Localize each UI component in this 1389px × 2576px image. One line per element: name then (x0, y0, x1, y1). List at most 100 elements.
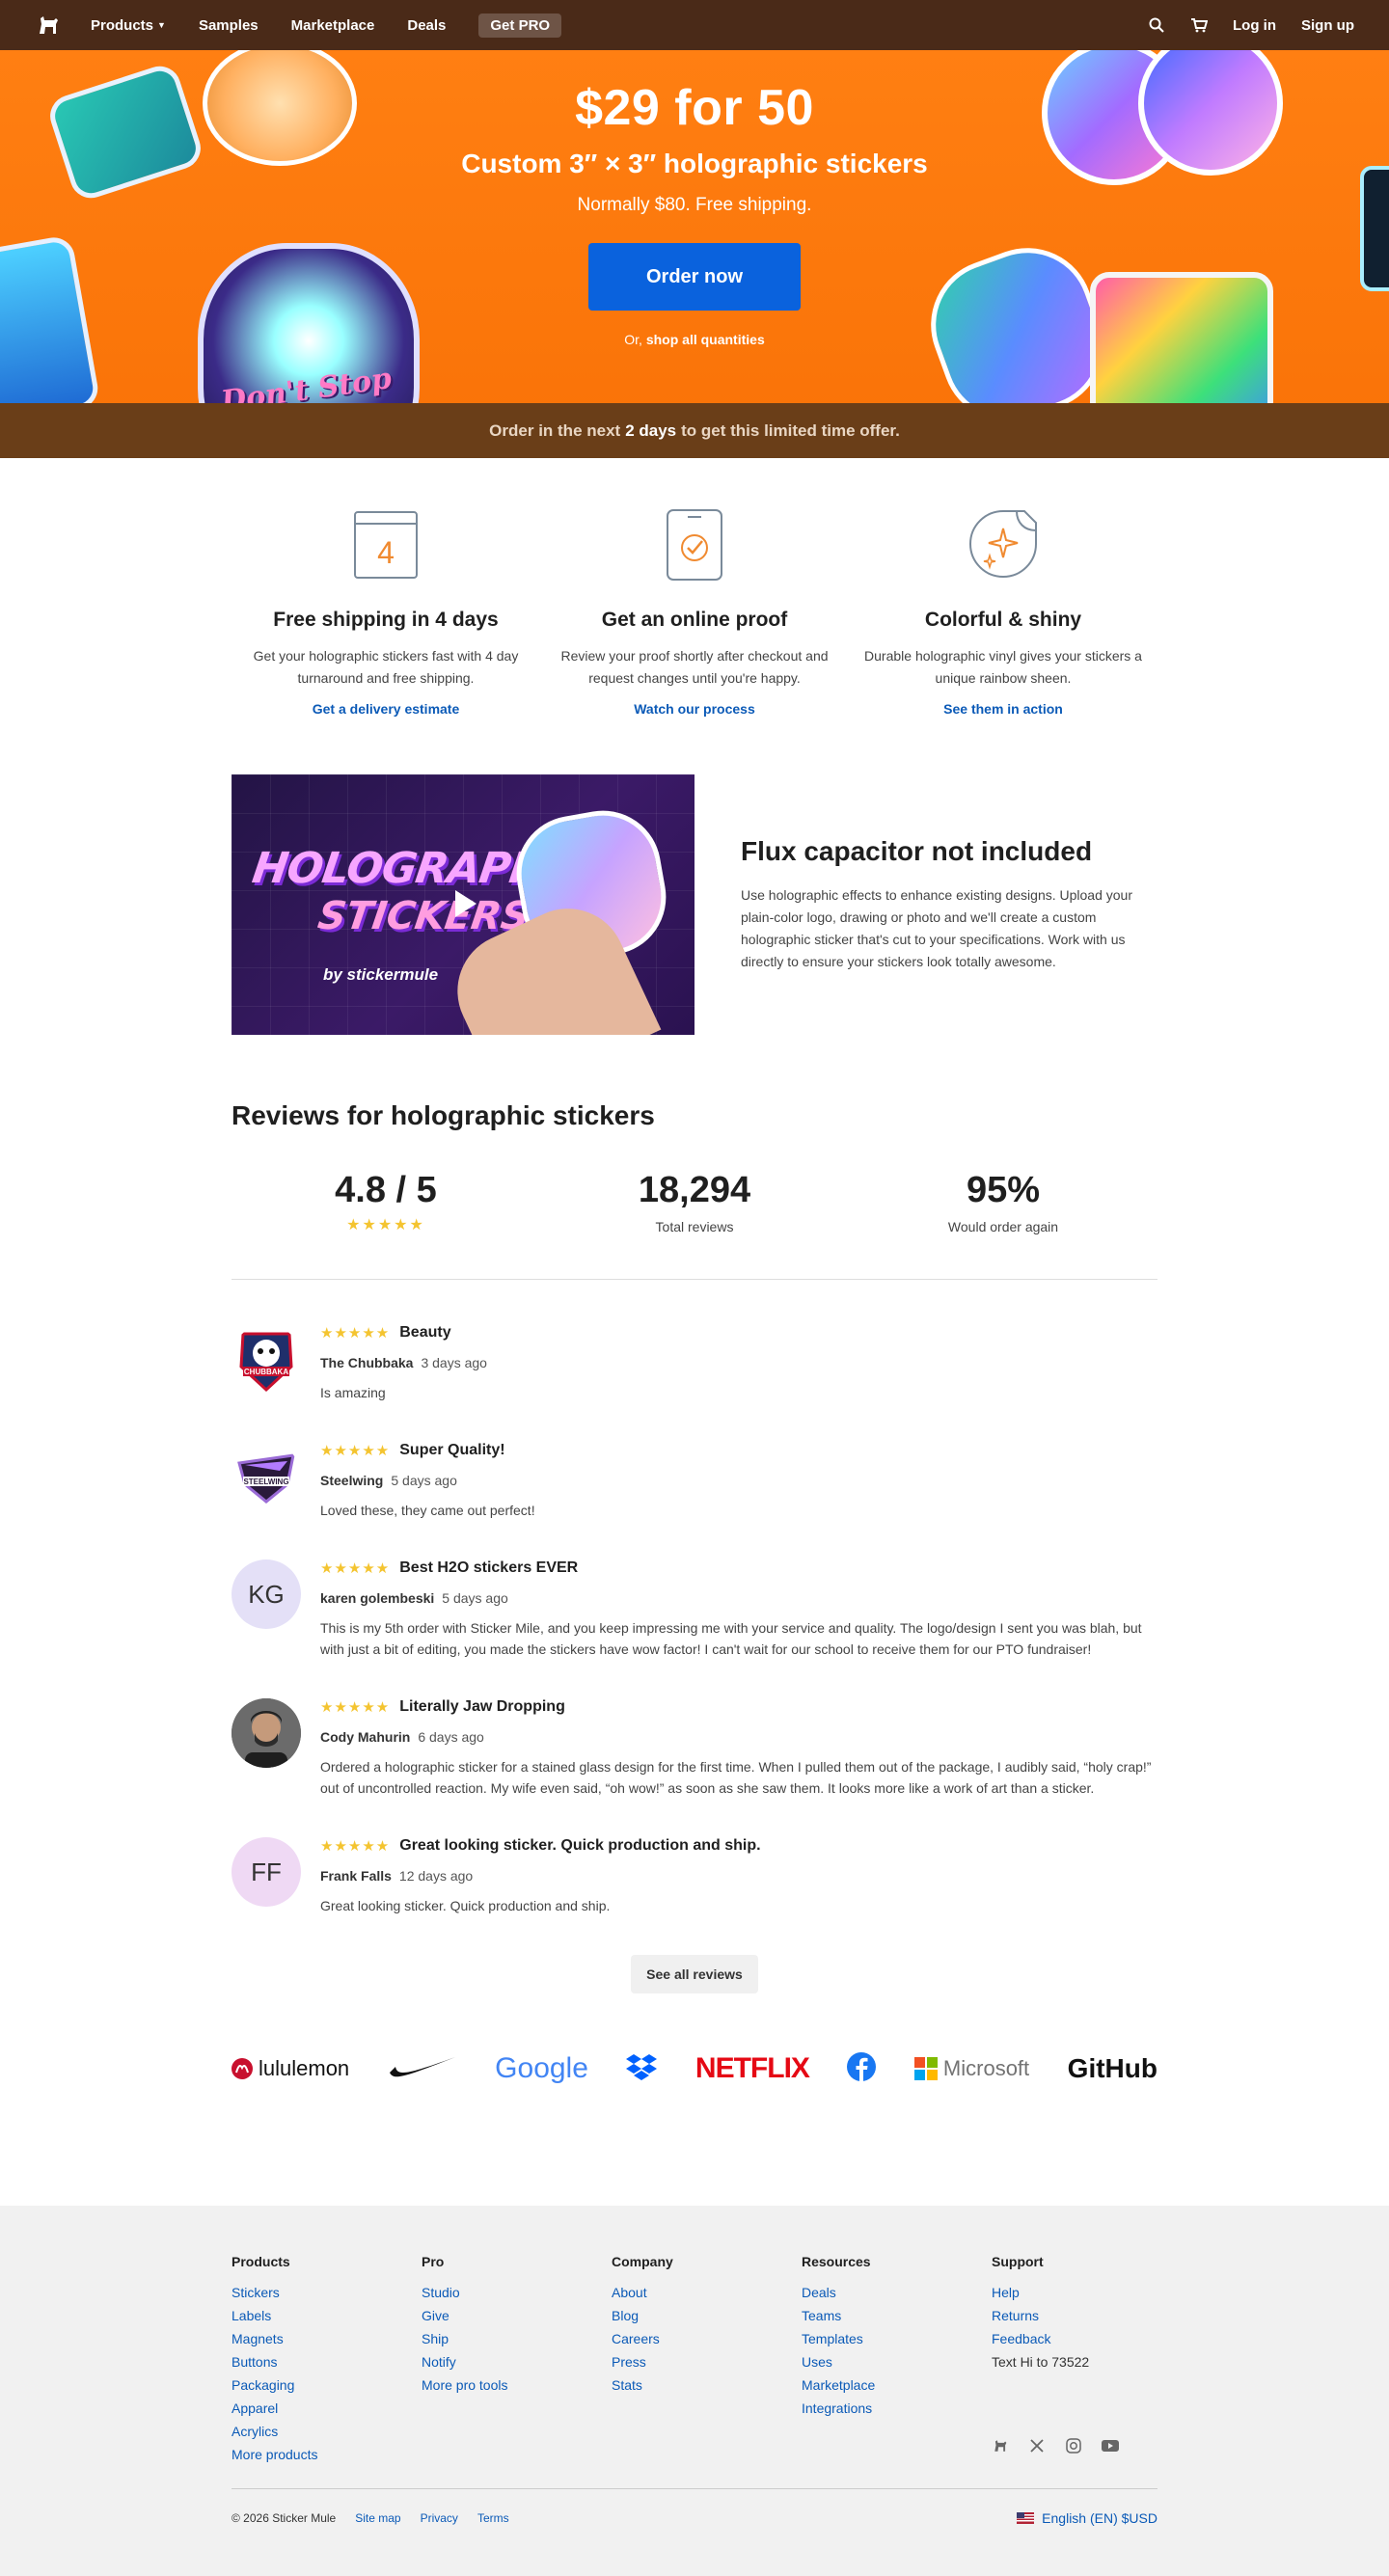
review-item: FF ★★★★★ Great looking sticker. Quick pro… (232, 1837, 1158, 1916)
offer-days: 2 days (625, 420, 677, 440)
nike-logo (388, 2053, 457, 2085)
nav-products[interactable]: Products ▼ (91, 17, 166, 34)
nav-marketplace[interactable]: Marketplace (291, 17, 375, 34)
footer-link[interactable]: Acrylics (232, 2420, 422, 2443)
feature-desc: Get your holographic stickers fast with … (253, 648, 519, 686)
reviews-section: Reviews for holographic stickers 4.8 / 5… (232, 1100, 1158, 1993)
see-in-action-link[interactable]: See them in action (849, 701, 1158, 717)
avatar: KG (232, 1559, 301, 1629)
stat-label: Total reviews (655, 1219, 734, 1234)
review-heading: Best H2O stickers EVER (399, 1559, 579, 1576)
footer-col-support: Support Help Returns Feedback Text Hi to… (992, 2254, 1182, 2466)
review-text: Is amazing (320, 1385, 386, 1400)
footer-link[interactable]: Uses (802, 2350, 992, 2373)
review-text: This is my 5th order with Sticker Mile, … (320, 1620, 1142, 1657)
footer-link[interactable]: Notify (422, 2350, 612, 2373)
footer-bottom: © 2026 Sticker Mule Site map Privacy Ter… (232, 2488, 1158, 2526)
footer-link[interactable]: Press (612, 2350, 802, 2373)
netflix-logo-text: NETFLIX (694, 2052, 810, 2084)
terms-link[interactable]: Terms (477, 2511, 509, 2525)
avatar (232, 1698, 301, 1768)
offer-prefix: Order in the next (489, 420, 621, 440)
chevron-down-icon: ▼ (157, 20, 166, 30)
footer-link[interactable]: Templates (802, 2327, 992, 2350)
footer-link[interactable]: Teams (802, 2304, 992, 2327)
footer-link[interactable]: Studio (422, 2281, 612, 2304)
footer-link[interactable]: Packaging (232, 2373, 422, 2397)
lululemon-logo-text: lululemon (259, 2056, 350, 2080)
footer-link[interactable]: Feedback (992, 2327, 1182, 2350)
language-selector[interactable]: English (EN) $USD (1017, 2510, 1158, 2526)
play-icon[interactable] (455, 890, 477, 917)
nav-get-pro[interactable]: Get PRO (478, 13, 562, 38)
us-flag-icon (1017, 2512, 1035, 2524)
x-twitter-icon[interactable] (1028, 2437, 1046, 2454)
footer-link[interactable]: Blog (612, 2304, 802, 2327)
instagram-icon[interactable] (1065, 2437, 1082, 2454)
review-item: ★★★★★ Literally Jaw Dropping Cody Mahurin… (232, 1698, 1158, 1799)
youtube-icon[interactable] (1102, 2437, 1119, 2454)
review-list: CHUBBAKA ★★★★★ Beauty The Chubbaka 3 days … (232, 1324, 1158, 1916)
login-link[interactable]: Log in (1233, 17, 1276, 34)
delivery-estimate-link[interactable]: Get a delivery estimate (232, 701, 540, 717)
sticker-mule-logo-icon[interactable] (35, 14, 62, 37)
review-author: Frank Falls (320, 1868, 392, 1884)
stat-value: 4.8 / 5 (335, 1170, 437, 1210)
stat-total: 18,294 Total reviews (540, 1170, 849, 1234)
review-author: Cody Mahurin (320, 1729, 411, 1745)
footer-link[interactable]: More pro tools (422, 2373, 612, 2397)
footer-link[interactable]: Apparel (232, 2397, 422, 2420)
footer-link[interactable]: Careers (612, 2327, 802, 2350)
sticker-mule-social-icon[interactable] (992, 2437, 1009, 2454)
review-heading: Super Quality! (399, 1442, 505, 1458)
feature-desc: Review your proof shortly after checkout… (560, 648, 829, 686)
nav-marketplace-label: Marketplace (290, 16, 375, 34)
shop-all-quantities-link[interactable]: shop all quantities (646, 332, 765, 347)
review-stars-icon: ★★★★★ (320, 1443, 391, 1459)
footer-link[interactable]: Integrations (802, 2397, 992, 2420)
footer-link[interactable]: Returns (992, 2304, 1182, 2327)
footer-link[interactable]: Marketplace (802, 2373, 992, 2397)
footer-link[interactable]: Stickers (232, 2281, 422, 2304)
footer-link[interactable]: Give (422, 2304, 612, 2327)
footer-link[interactable]: Help (992, 2281, 1182, 2304)
nav-samples[interactable]: Samples (199, 17, 259, 34)
footer-link[interactable]: About (612, 2281, 802, 2304)
review-heading: Great looking sticker. Quick production … (399, 1837, 761, 1854)
reviews-title: Reviews for holographic stickers (232, 1100, 655, 1130)
footer-link[interactable]: Stats (612, 2373, 802, 2397)
review-author: The Chubbaka (320, 1355, 414, 1370)
order-now-button[interactable]: Order now (588, 243, 801, 311)
calendar-icon: 4 (232, 506, 540, 583)
footer-link[interactable]: More products (232, 2443, 422, 2466)
site-footer: Products Stickers Labels Magnets Buttons… (0, 2206, 1389, 2576)
cart-icon[interactable] (1190, 16, 1208, 34)
github-logo-text: GitHub (1067, 2053, 1158, 2083)
google-logo: Google (495, 2052, 588, 2085)
avatar: FF (232, 1837, 301, 1907)
footer-link[interactable]: Magnets (232, 2327, 422, 2350)
footer-link[interactable]: Buttons (232, 2350, 422, 2373)
stat-value: 95% (966, 1170, 1041, 1210)
nav-deals[interactable]: Deals (407, 17, 446, 34)
client-logos: lululemon Google NETFLIX Microsoft GitHu… (232, 2049, 1158, 2088)
footer-heading: Company (612, 2254, 673, 2269)
search-icon[interactable] (1148, 16, 1165, 34)
privacy-link[interactable]: Privacy (421, 2511, 458, 2525)
review-stars-icon: ★★★★★ (320, 1699, 391, 1716)
facebook-logo (847, 2051, 877, 2086)
review-date: 6 days ago (418, 1729, 484, 1745)
feature-desc: Durable holographic vinyl gives your sti… (864, 648, 1142, 686)
sitemap-link[interactable]: Site map (355, 2511, 400, 2525)
footer-link[interactable]: Deals (802, 2281, 992, 2304)
phone-check-icon (540, 506, 849, 583)
footer-link[interactable]: Ship (422, 2327, 612, 2350)
signup-link[interactable]: Sign up (1301, 17, 1354, 34)
review-body: ★★★★★ Literally Jaw Dropping Cody Mahurin… (320, 1698, 1158, 1799)
feature-title: Get an online proof (601, 609, 788, 631)
footer-link[interactable]: Labels (232, 2304, 422, 2327)
watch-process-link[interactable]: Watch our process (540, 701, 849, 717)
review-text: Great looking sticker. Quick production … (320, 1898, 611, 1913)
see-all-reviews-button[interactable]: See all reviews (631, 1955, 758, 1993)
holographic-video[interactable]: HOLOGRAPHIC STICKERS by stickermule (232, 774, 694, 1035)
